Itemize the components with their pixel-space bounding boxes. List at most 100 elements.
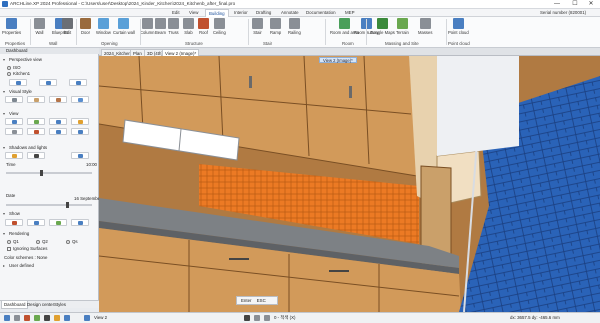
style-shaded-button[interactable] (27, 96, 45, 103)
slab-button[interactable]: Slab (183, 18, 194, 35)
ribbon-button-label: Door (80, 30, 91, 35)
style-wireframe-button[interactable] (5, 96, 23, 103)
rotate-icon (46, 81, 51, 85)
show-tool-1[interactable] (5, 219, 23, 226)
ramp-button[interactable]: Ramp (270, 18, 281, 35)
tab-building[interactable]: Building (205, 9, 229, 17)
snap-mode-icon[interactable] (264, 315, 270, 321)
time-slider[interactable] (6, 172, 92, 174)
grid-icon[interactable] (14, 315, 20, 321)
light-icon[interactable] (54, 315, 60, 321)
radio-kitchen[interactable]: Kitchen1 (7, 71, 30, 76)
google-maps-button[interactable]: Google Maps (370, 18, 395, 35)
kitchen-render[interactable] (99, 56, 600, 312)
google-maps-icon (376, 18, 388, 29)
show-tool-2[interactable] (27, 219, 45, 226)
tab-mep[interactable]: MEP (345, 9, 355, 17)
masses-button[interactable]: Masses (418, 18, 432, 35)
view-tool-3[interactable] (49, 118, 67, 125)
wall-button[interactable]: Wall (34, 18, 45, 35)
view-tool-8[interactable] (71, 128, 89, 135)
tab-view[interactable]: View (189, 9, 198, 17)
view-tool-2[interactable] (27, 118, 45, 125)
view-rotate-button[interactable] (39, 79, 57, 86)
section-shadows[interactable]: ▾ Shadows and lights (2, 144, 97, 151)
ribbon-button-label: Masses (418, 30, 433, 35)
style-realistic-button[interactable] (71, 96, 89, 103)
section-show[interactable]: ▾ Show (2, 210, 97, 217)
command-prompt[interactable]: Enter ESC (236, 296, 278, 305)
doc-tab-kitchen[interactable]: 2024_Kitchen (101, 49, 134, 56)
beam-button[interactable]: Beam (155, 18, 166, 35)
tab-annotate[interactable]: Annotate (281, 9, 299, 17)
tab-edit[interactable]: Edit (172, 9, 180, 17)
doc-tab-view2[interactable]: View 2 (Image)* (162, 49, 200, 56)
section-visual-style[interactable]: ▾ Visual Style (2, 88, 97, 95)
radio-iso[interactable]: ISO (7, 65, 21, 70)
truss-button[interactable]: Truss (168, 18, 179, 35)
minimize-button[interactable]: — (548, 0, 566, 9)
app-icon (2, 1, 8, 7)
view-up-button[interactable] (9, 79, 27, 86)
collapse-icon: ▾ (3, 89, 6, 94)
show-tool-4[interactable] (71, 219, 89, 226)
column-button[interactable]: Column (140, 18, 154, 35)
section-rendering[interactable]: ▾ Rendering (2, 230, 97, 237)
view-tool-1[interactable] (5, 118, 23, 125)
view-label[interactable]: View 2 (Image)* (319, 57, 357, 63)
tab-drafting[interactable]: Drafting (256, 9, 271, 17)
curtain-wall-button[interactable]: Curtain wall (113, 18, 135, 35)
date-slider[interactable] (6, 204, 92, 206)
edit-button[interactable]: Edit (62, 18, 73, 35)
view-tool-6[interactable] (27, 128, 45, 135)
window-button[interactable]: Window (96, 18, 111, 35)
tab-styles[interactable]: Styles (52, 301, 68, 309)
3d-viewport[interactable]: View 2 (Image)* (99, 56, 600, 312)
view-icon[interactable] (64, 315, 70, 321)
render-q2[interactable]: Q2 (36, 239, 48, 244)
walk-icon (34, 120, 39, 124)
render-q1[interactable]: Q1 (7, 239, 19, 244)
tab-interior[interactable]: Interior (234, 9, 248, 17)
light-settings-button[interactable] (71, 152, 89, 159)
date-slider-handle[interactable] (66, 202, 69, 208)
pointer-icon[interactable] (244, 315, 250, 321)
style-textured-button[interactable] (49, 96, 67, 103)
ribbon-button-label: Curtain wall (113, 30, 135, 35)
show-tool-3[interactable] (49, 219, 67, 226)
layer-icon[interactable] (34, 315, 40, 321)
properties-button[interactable]: Properties (2, 18, 21, 35)
lock-icon[interactable] (44, 315, 50, 321)
close-button[interactable]: ✕ (582, 0, 600, 9)
ceiling-button[interactable]: Ceiling (213, 18, 226, 35)
half-moon-icon (34, 154, 39, 158)
section-view[interactable]: ▾ View (2, 110, 97, 117)
time-slider-handle[interactable] (40, 170, 43, 176)
tab-documentation[interactable]: Documentation (306, 9, 336, 17)
esc-key[interactable]: ESC (257, 298, 266, 303)
doc-tab-plan[interactable]: Plan (130, 49, 145, 56)
view-tool-4[interactable] (71, 118, 89, 125)
view-down-button[interactable] (69, 79, 87, 86)
color-schemes-label[interactable]: Color schemes : None (4, 255, 47, 260)
view-tool-7[interactable] (49, 128, 67, 135)
ribbon-button-label: Edit (63, 30, 72, 35)
terrain-button[interactable]: Terrain (396, 18, 409, 35)
section-perspective[interactable]: ▾ Perspective view (2, 56, 97, 63)
light-toggle-button[interactable] (27, 152, 45, 159)
point-cloud-button[interactable]: Point cloud (448, 18, 469, 35)
render-q3[interactable]: Qs (66, 239, 78, 244)
roof-button[interactable]: Roof (198, 18, 209, 35)
view-tool-5[interactable] (5, 128, 23, 135)
section-user-defined[interactable]: ▸ User defined (2, 262, 97, 269)
ortho-icon[interactable] (24, 315, 30, 321)
ignoring-surfaces-checkbox[interactable]: Ignoring Surfaces (7, 246, 47, 251)
collapse-icon: ▾ (3, 111, 6, 116)
railing-button[interactable]: Railing (288, 18, 301, 35)
cursor-icon[interactable] (254, 315, 260, 321)
door-button[interactable]: Door (80, 18, 91, 35)
enter-key[interactable]: Enter (241, 298, 252, 303)
shadow-toggle-button[interactable] (5, 152, 23, 159)
snap-icon[interactable] (4, 315, 10, 321)
stair-button[interactable]: Stair (252, 18, 263, 35)
